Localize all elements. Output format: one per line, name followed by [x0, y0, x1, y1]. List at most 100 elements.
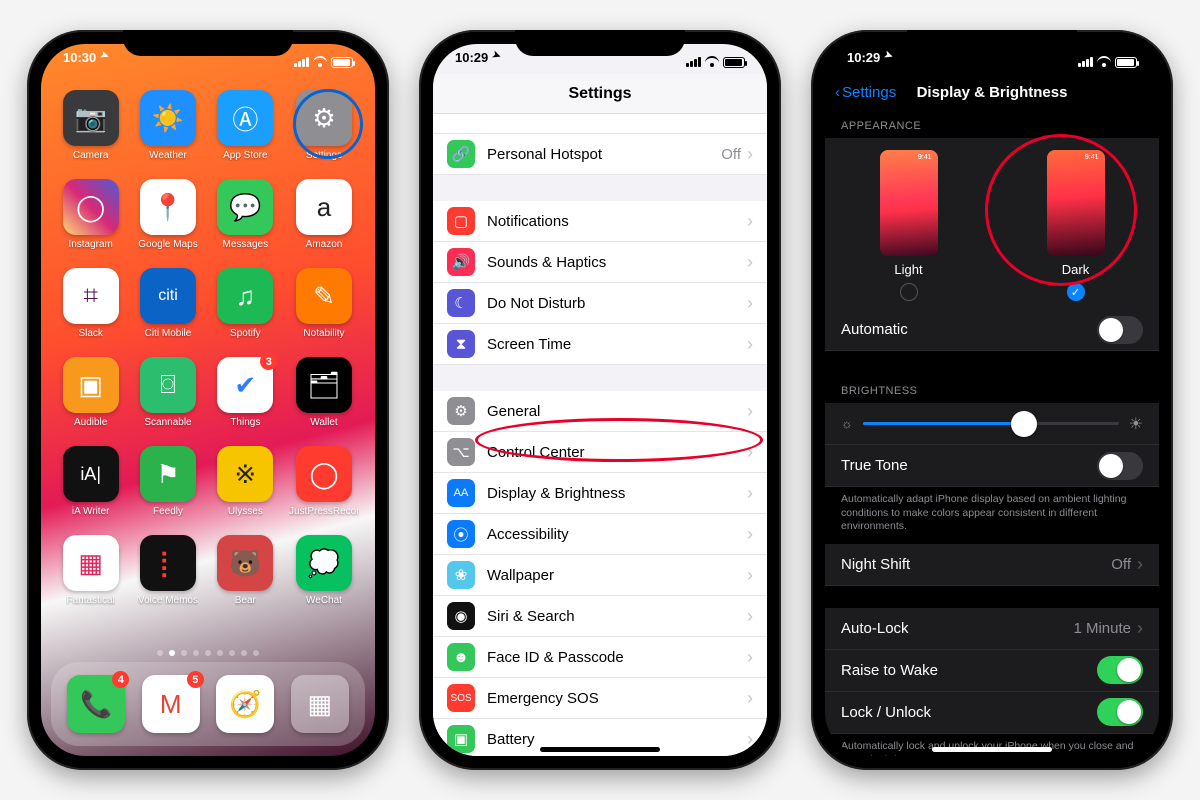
annotation-circle-dark	[985, 134, 1137, 286]
app-audible[interactable]: ▣Audible	[57, 357, 124, 428]
app-instagram[interactable]: ◯Instagram	[57, 179, 124, 250]
row-label: General	[487, 403, 747, 420]
app-scannable[interactable]: ⌼Scannable	[134, 357, 201, 428]
wifi-icon	[705, 57, 719, 67]
voice-memos-icon: ⡇	[140, 535, 196, 591]
lock-footer: Automatically lock and unlock your iPhon…	[825, 734, 1159, 756]
lock-label: Lock / Unlock	[841, 704, 1097, 721]
dock-safari-icon[interactable]: 🧭	[216, 675, 274, 733]
settings-row-personal-hotspot[interactable]: 🔗Personal HotspotOff›	[433, 134, 767, 175]
automatic-toggle[interactable]	[1097, 316, 1143, 344]
dock-gmail-icon[interactable]: M5	[142, 675, 200, 733]
page-dot[interactable]	[229, 650, 235, 656]
home-indicator[interactable]	[540, 747, 660, 752]
dock-phone-icon[interactable]: 📞4	[67, 675, 125, 733]
page-dot[interactable]	[157, 650, 163, 656]
app-messages[interactable]: 💬Messages	[212, 179, 279, 250]
settings-row-accessibility[interactable]: ⦿Accessibility›	[433, 514, 767, 555]
app-label: Wallet	[310, 417, 337, 428]
raise-toggle[interactable]	[1097, 656, 1143, 684]
settings-row-face-id-passcode[interactable]: ☻Face ID & Passcode›	[433, 637, 767, 678]
settings-row-do-not-disturb[interactable]: ☾Do Not Disturb›	[433, 283, 767, 324]
app-google-maps[interactable]: 📍Google Maps	[134, 179, 201, 250]
truetone-label: True Tone	[841, 457, 1097, 474]
page-indicator[interactable]	[41, 650, 375, 656]
row-label: Siri & Search	[487, 608, 747, 625]
settings-row-sounds-haptics[interactable]: 🔊Sounds & Haptics›	[433, 242, 767, 283]
chevron-right-icon: ›	[747, 293, 753, 314]
dock-folder-icon[interactable]: ▦	[291, 675, 349, 733]
chevron-right-icon: ›	[747, 688, 753, 709]
app-weather[interactable]: ☀️Weather	[134, 90, 201, 161]
app-notability[interactable]: ✎Notability	[289, 268, 359, 339]
page-dot[interactable]	[205, 650, 211, 656]
app-label: Fantastical	[66, 595, 114, 606]
app-app-store[interactable]: ⒶApp Store	[212, 90, 279, 161]
fantastical-icon: ▦	[63, 535, 119, 591]
settings-row-partial	[433, 114, 767, 134]
dark-radio[interactable]	[1067, 283, 1085, 301]
page-dot[interactable]	[217, 650, 223, 656]
app-camera[interactable]: 📷Camera	[57, 90, 124, 161]
camera-icon: 📷	[63, 90, 119, 146]
clock: 10:29	[455, 50, 488, 74]
nav-title: Settings	[433, 74, 767, 114]
appearance-light[interactable]: 9:41 Light	[880, 150, 938, 301]
chevron-right-icon: ›	[747, 606, 753, 627]
row-label: Accessibility	[487, 526, 747, 543]
app-wechat[interactable]: 💭WeChat	[289, 535, 359, 606]
app-things[interactable]: ✔︎3Things	[212, 357, 279, 428]
page-dot[interactable]	[253, 650, 259, 656]
page-dot[interactable]	[193, 650, 199, 656]
cellular-icon	[686, 57, 701, 67]
messages-icon: 💬	[217, 179, 273, 235]
app-justpressrecord[interactable]: ◯JustPressRecord	[289, 446, 359, 517]
app-label: Things	[230, 417, 260, 428]
app-fantastical[interactable]: ▦ Fantastical	[57, 535, 124, 606]
settings-row-display-brightness[interactable]: AADisplay & Brightness›	[433, 473, 767, 514]
autolock-row[interactable]: Auto-Lock 1 Minute ›	[825, 608, 1159, 650]
truetone-toggle[interactable]	[1097, 452, 1143, 480]
app-label: Weather	[149, 150, 187, 161]
app-ulysses[interactable]: ※Ulysses	[212, 446, 279, 517]
settings-row-wallpaper[interactable]: ❀Wallpaper›	[433, 555, 767, 596]
home-app-grid[interactable]: 📷Camera☀️WeatherⒶApp Store⚙︎Settings◯Ins…	[57, 90, 359, 606]
app-feedly[interactable]: ⚑Feedly	[134, 446, 201, 517]
nightshift-row[interactable]: Night Shift Off ›	[825, 544, 1159, 586]
page-dot[interactable]	[169, 650, 175, 656]
app-wallet[interactable]: 🗂Wallet	[289, 357, 359, 428]
notch	[123, 30, 293, 56]
truetone-footer: Automatically adapt iPhone display based…	[825, 487, 1159, 544]
lock-toggle[interactable]	[1097, 698, 1143, 726]
page-dot[interactable]	[241, 650, 247, 656]
nightshift-label: Night Shift	[841, 556, 1111, 573]
page-dot[interactable]	[181, 650, 187, 656]
cellular-icon	[1078, 57, 1093, 67]
instagram-icon: ◯	[63, 179, 119, 235]
settings-row-notifications[interactable]: ▢Notifications›	[433, 201, 767, 242]
brightness-slider[interactable]	[863, 411, 1119, 437]
app-voice-memos[interactable]: ⡇Voice Memos	[134, 535, 201, 606]
back-button[interactable]: ‹ Settings	[835, 84, 896, 101]
app-bear[interactable]: 🐻Bear	[212, 535, 279, 606]
chevron-right-icon: ›	[747, 211, 753, 232]
row-label: Face ID & Passcode	[487, 649, 747, 666]
app-spotify[interactable]: ♫Spotify	[212, 268, 279, 339]
home-indicator[interactable]	[932, 747, 1052, 752]
light-radio[interactable]	[900, 283, 918, 301]
dock[interactable]: 📞4 M5 🧭 ▦	[51, 662, 365, 746]
app-amazon[interactable]: aAmazon	[289, 179, 359, 250]
google-maps-icon: 📍	[140, 179, 196, 235]
settings-row-siri-search[interactable]: ◉Siri & Search›	[433, 596, 767, 637]
row-icon: ⌥	[447, 438, 475, 466]
settings-row-screen-time[interactable]: ⧗Screen Time›	[433, 324, 767, 365]
app-ia-writer[interactable]: iA|iA Writer	[57, 446, 124, 517]
clock: 10:30	[63, 50, 96, 74]
chevron-right-icon: ›	[747, 401, 753, 422]
app-citi-mobile[interactable]: citiCiti Mobile	[134, 268, 201, 339]
row-label: Emergency SOS	[487, 690, 747, 707]
settings-row-emergency-sos[interactable]: SOSEmergency SOS›	[433, 678, 767, 719]
app-slack[interactable]: ⌗Slack	[57, 268, 124, 339]
row-icon: 🔊	[447, 248, 475, 276]
sun-bright-icon: ☀︎	[1129, 414, 1143, 434]
